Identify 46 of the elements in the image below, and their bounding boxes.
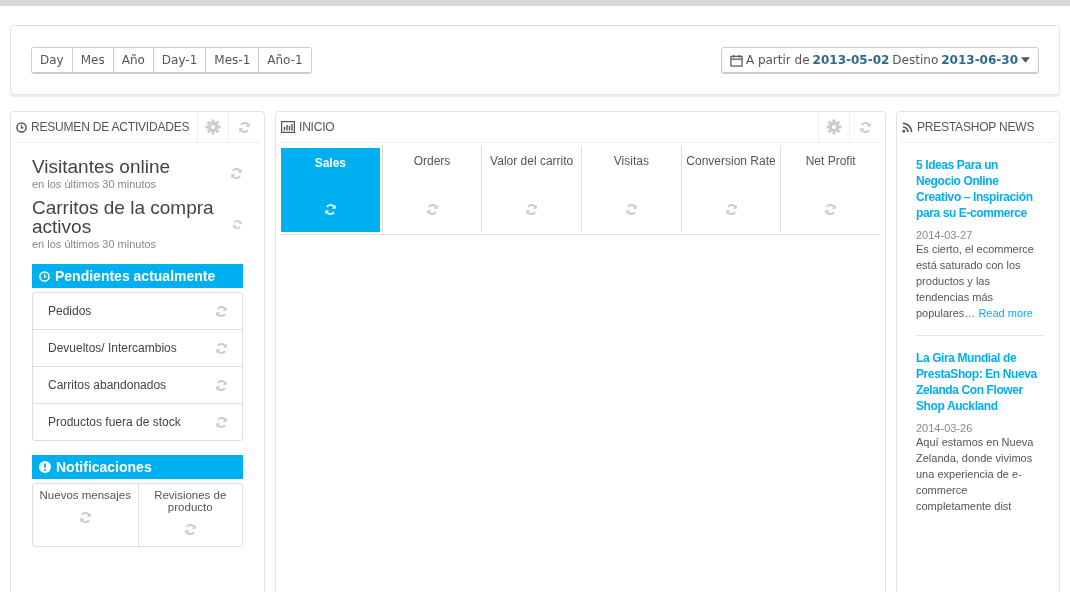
pending-item: Pedidos bbox=[48, 304, 92, 318]
refresh-icon[interactable] bbox=[323, 203, 337, 216]
caret-icon bbox=[1021, 57, 1030, 63]
refresh-icon[interactable] bbox=[858, 120, 872, 134]
news-excerpt: Es cierto, el ecommerce está saturado con los productos y las tendencias más populares… Read more bbox=[916, 242, 1035, 321]
stat-caption: en los últimos 30 minutos bbox=[32, 178, 158, 190]
stat-label: Visitantes online bbox=[32, 157, 171, 176]
notification-label: Nuevos mensajes bbox=[39, 489, 131, 501]
news-date: 2014-03-26 bbox=[916, 422, 974, 434]
refresh-icon[interactable] bbox=[215, 304, 228, 318]
rss-icon bbox=[902, 121, 913, 133]
calendar-icon bbox=[729, 53, 743, 67]
alert-icon bbox=[39, 461, 51, 473]
panel-title: RESUMEN DE ACTIVIDADES bbox=[16, 120, 197, 134]
date-range-button[interactable]: A partir de 2013-05-02 Destino 2013-06-30 bbox=[720, 47, 1039, 73]
refresh-icon[interactable] bbox=[78, 511, 92, 524]
clock-icon bbox=[39, 270, 50, 282]
bar-chart-icon bbox=[281, 121, 295, 133]
section-title: Pendientes actualmente bbox=[55, 268, 216, 284]
refresh-icon[interactable] bbox=[215, 378, 228, 392]
news-date: 2014-03-27 bbox=[916, 229, 974, 241]
clock-icon bbox=[16, 121, 27, 133]
pending-item: Carritos abandonados bbox=[48, 378, 167, 392]
news-excerpt: Aquí estamos en Nueva Zelanda, donde vivimos una experiencia de e-commerce completamente dist bbox=[916, 435, 1035, 514]
panel-title: INICIO bbox=[281, 120, 818, 134]
refresh-icon[interactable] bbox=[230, 167, 243, 180]
pending-item: Productos fuera de stock bbox=[48, 415, 181, 429]
pending-item: Devueltos/ Intercambios bbox=[48, 341, 177, 355]
refresh-icon[interactable] bbox=[183, 523, 197, 536]
notification-label: Revisiones de producto bbox=[153, 489, 228, 513]
stat-label: Carritos de la compra activos bbox=[32, 198, 215, 236]
refresh-icon[interactable] bbox=[525, 203, 539, 216]
refresh-icon[interactable] bbox=[824, 203, 838, 216]
refresh-icon[interactable] bbox=[724, 203, 738, 216]
stat-caption: en los últimos 30 minutos bbox=[32, 238, 158, 250]
panel-title: PRESTASHOP NEWS bbox=[902, 120, 1054, 134]
refresh-icon[interactable] bbox=[215, 341, 228, 355]
refresh-icon[interactable] bbox=[624, 203, 638, 216]
refresh-icon[interactable] bbox=[232, 217, 243, 231]
refresh-icon[interactable] bbox=[215, 415, 228, 429]
range-button[interactable]: Año-1 bbox=[258, 48, 311, 72]
refresh-icon[interactable] bbox=[237, 120, 251, 134]
settings-icon[interactable] bbox=[205, 119, 221, 135]
refresh-icon[interactable] bbox=[425, 203, 439, 216]
settings-icon[interactable] bbox=[826, 119, 842, 135]
section-title: Notificaciones bbox=[56, 459, 152, 475]
